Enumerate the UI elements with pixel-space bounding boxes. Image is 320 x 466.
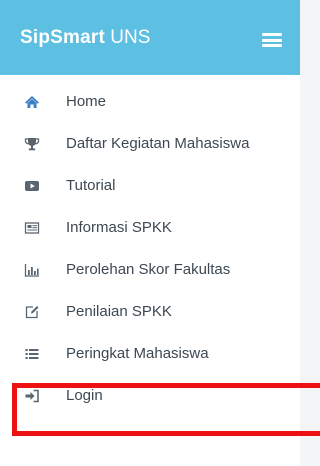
- edit-icon: [25, 306, 39, 319]
- brand-name: SipSmart: [20, 27, 106, 48]
- sidebar-item-label: Informasi SPKK: [66, 219, 172, 236]
- sidebar-item-label: Home: [66, 93, 107, 110]
- sidebar-item-penilaian-spkk[interactable]: Penilaian SPKK: [0, 292, 300, 332]
- sidebar-item-peringkat-mahasiswa[interactable]: Peringkat Mahasiswa: [0, 334, 300, 374]
- sidebar-item-label: Peringkat Mahasiswa: [66, 345, 209, 362]
- brand-header: SipSmart UNS: [0, 0, 300, 75]
- sidebar-item-label: Perolehan Skor Fakultas: [66, 261, 231, 278]
- list-icon: [25, 349, 39, 359]
- sidebar-item-label: Daftar Kegiatan Mahasiswa: [66, 135, 250, 152]
- sidebar: SipSmart UNS Home Daftar Kegiatan Mahasi…: [0, 0, 300, 466]
- sidebar-item-tutorial[interactable]: Tutorial: [0, 166, 300, 206]
- brand-logo[interactable]: SipSmart UNS: [20, 27, 150, 49]
- sidebar-item-perolehan-skor[interactable]: Perolehan Skor Fakultas: [0, 250, 300, 290]
- sidebar-item-label: Login: [66, 387, 103, 404]
- sign-in-icon: [25, 389, 39, 403]
- brand-suffix: UNS: [105, 27, 151, 48]
- trophy-icon: [24, 138, 40, 151]
- home-icon: [25, 96, 39, 108]
- bar-chart-icon: [24, 264, 39, 277]
- sidebar-item-informasi-spkk[interactable]: Informasi SPKK: [0, 208, 300, 248]
- sidebar-item-label: Penilaian SPKK: [66, 303, 172, 320]
- sidebar-item-login[interactable]: Login: [0, 376, 300, 416]
- sidebar-item-label: Tutorial: [66, 177, 116, 194]
- newspaper-icon: [24, 222, 40, 234]
- youtube-play-icon: [25, 181, 39, 191]
- hamburger-icon[interactable]: [262, 33, 282, 47]
- sidebar-item-daftar-kegiatan[interactable]: Daftar Kegiatan Mahasiswa: [0, 124, 300, 164]
- sidebar-item-home[interactable]: Home: [0, 82, 300, 122]
